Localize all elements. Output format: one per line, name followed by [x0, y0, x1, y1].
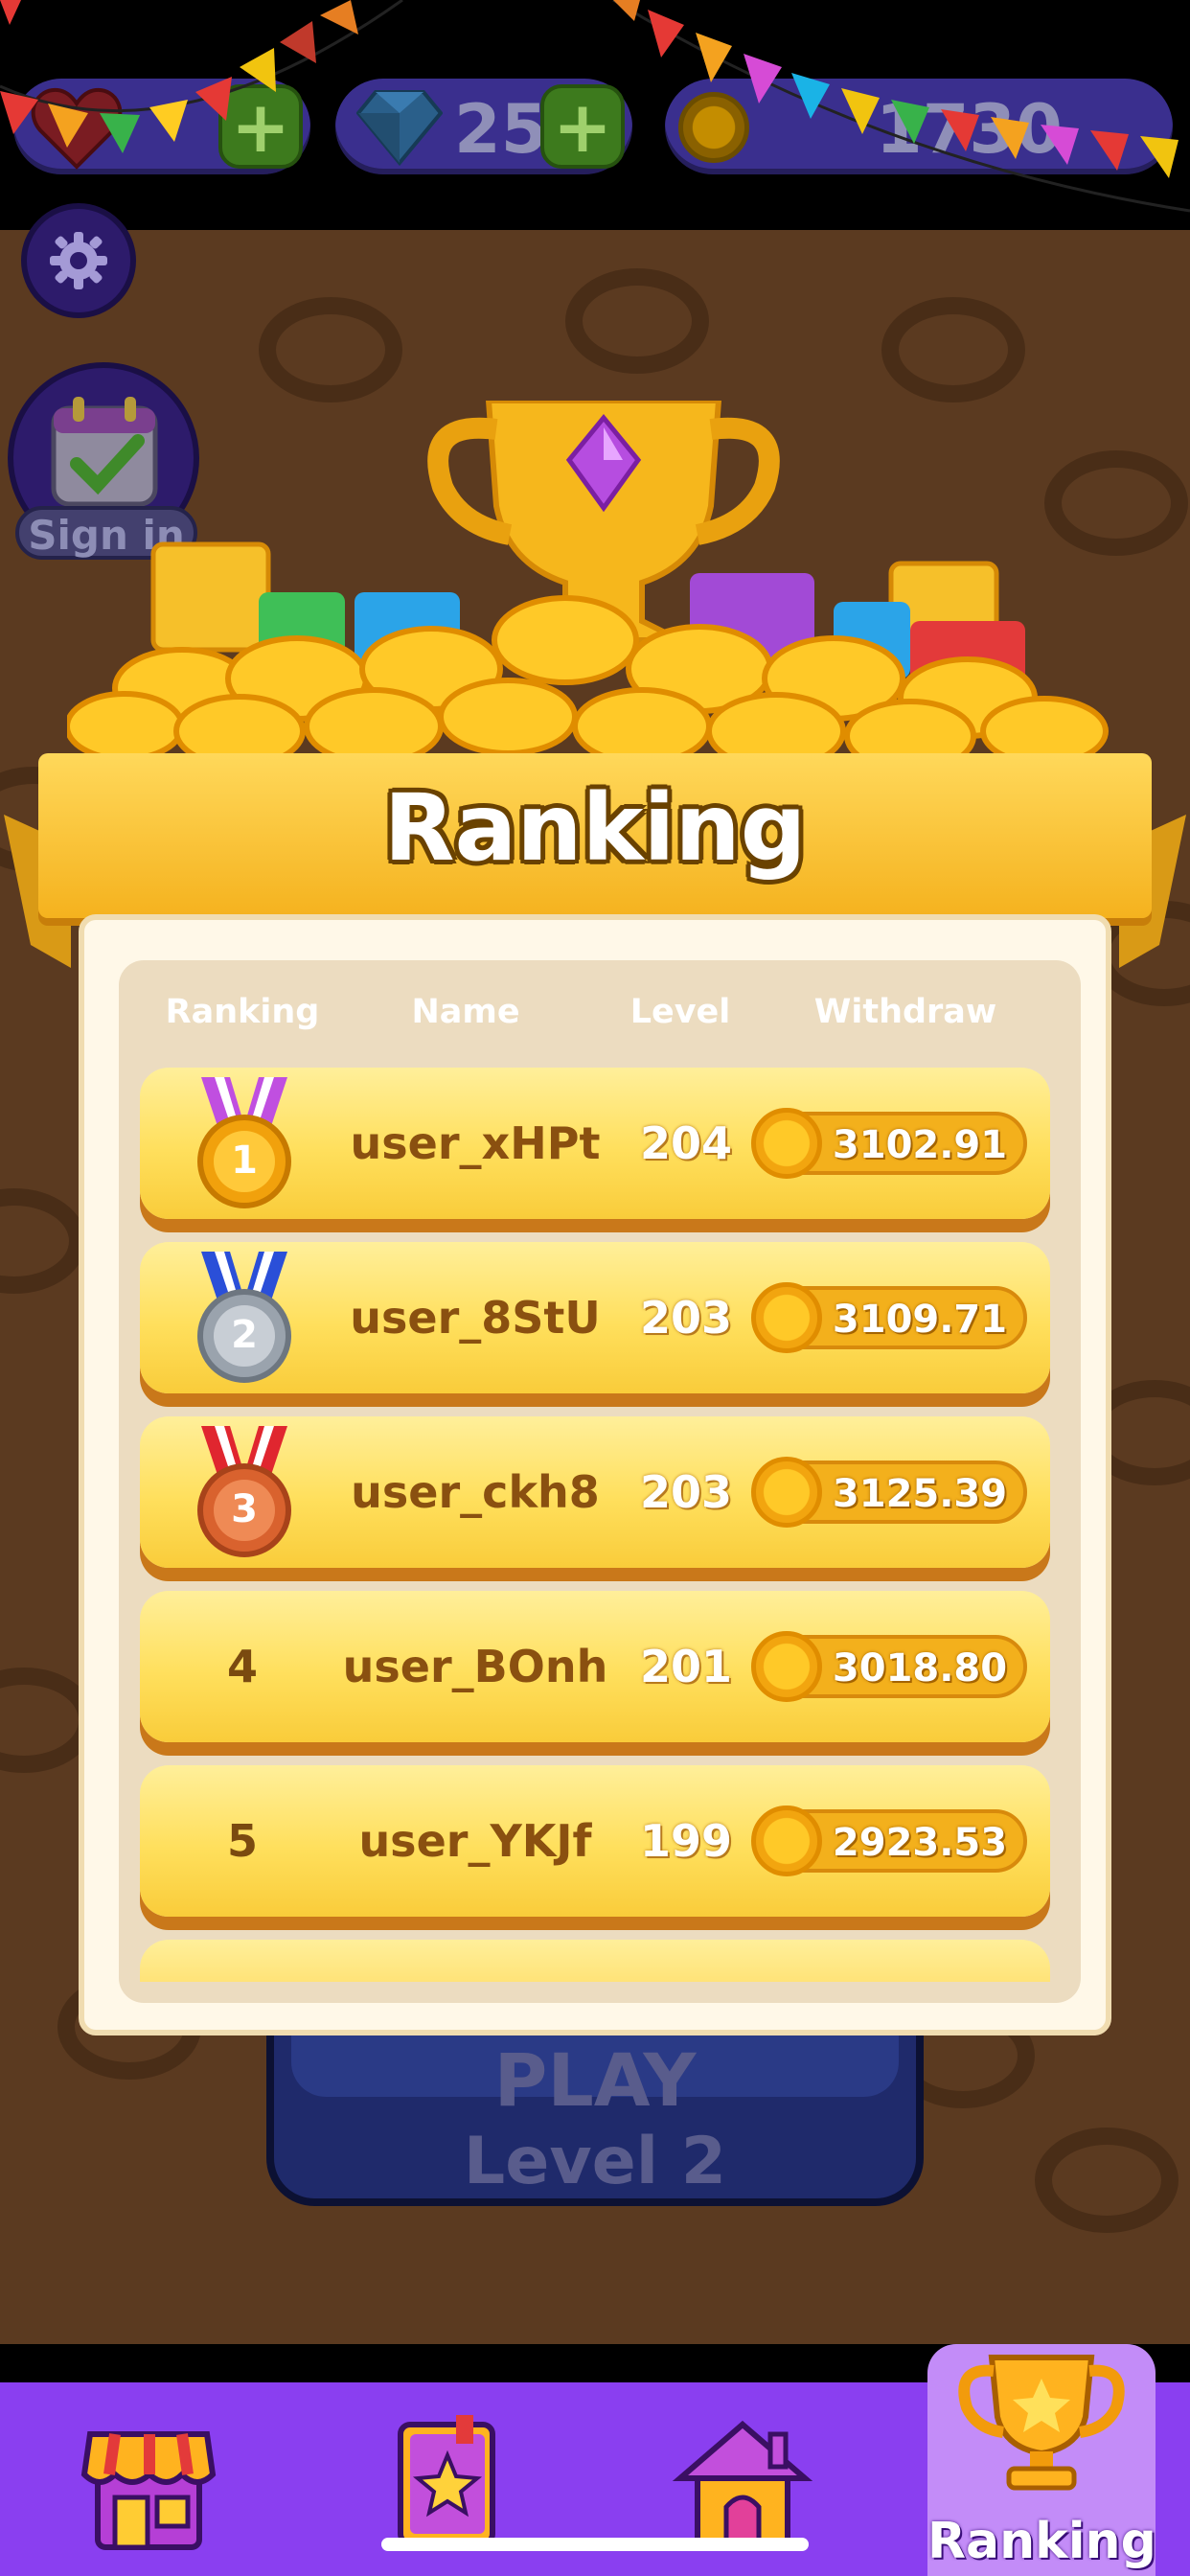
row-withdraw: 3102.91 [751, 1108, 1027, 1179]
row-level: 199 [639, 1815, 733, 1867]
star-book-icon [398, 2415, 495, 2546]
nav-home[interactable] [671, 2411, 814, 2555]
settings-button[interactable] [21, 203, 136, 318]
add-gems-button[interactable]: + [540, 84, 625, 169]
coin-icon [751, 1108, 822, 1179]
row-name: user_ckh8 [351, 1466, 600, 1518]
coins-value: 1730 [876, 90, 1063, 169]
coins-counter[interactable]: 1730 [665, 79, 1173, 174]
nav-shop[interactable] [77, 2411, 220, 2555]
trophy-icon [958, 2355, 1125, 2491]
nav-ranking-label: Ranking [927, 2513, 1156, 2570]
home-indicator-bar[interactable] [381, 2538, 809, 2551]
ranking-row-partial[interactable] [140, 1940, 1050, 1982]
column-header-withdraw: Withdraw [813, 993, 997, 1031]
row-name: user_BOnh [342, 1641, 608, 1692]
gem-icon [356, 90, 443, 167]
row-withdraw: 3125.39 [751, 1457, 1027, 1528]
gems-counter[interactable]: 25 + [335, 79, 632, 174]
ranking-row[interactable]: 4 user_BOnh 201 3018.80 [140, 1591, 1050, 1742]
treasure-trophy-illustration [67, 401, 1109, 765]
coin-icon [751, 1282, 822, 1353]
home-icon [672, 2421, 813, 2546]
ranking-row[interactable]: 2 user_8StU 203 3109.71 [140, 1242, 1050, 1393]
row-withdraw: 3018.80 [751, 1631, 1027, 1702]
column-header-name: Name [411, 993, 520, 1031]
ranking-row[interactable]: 5 user_YKJf 199 2923.53 [140, 1765, 1050, 1917]
row-withdraw: 2923.53 [751, 1806, 1027, 1876]
nav-ranking[interactable]: Ranking [927, 2344, 1156, 2576]
row-name: user_xHPt [350, 1117, 601, 1169]
coin-icon [751, 1806, 822, 1876]
silver-medal-icon: 2 [192, 1252, 297, 1386]
gear-icon [50, 232, 107, 289]
ranking-title: Ranking [383, 774, 807, 882]
coin-icon [751, 1457, 822, 1528]
gold-medal-icon: 1 [192, 1077, 297, 1211]
shop-icon [80, 2431, 217, 2550]
coin-icon [678, 92, 749, 163]
row-level: 204 [639, 1117, 733, 1169]
ranking-row[interactable]: 1 user_xHPt 204 3102.91 [140, 1068, 1050, 1219]
ranking-row[interactable]: 3 user_ckh8 203 3125.39 [140, 1416, 1050, 1568]
nav-collection[interactable] [376, 2411, 519, 2555]
column-header-ranking: Ranking [165, 993, 320, 1031]
lives-counter[interactable]: + [13, 79, 310, 174]
row-name: user_8StU [350, 1292, 601, 1344]
row-rank: 5 [226, 1815, 258, 1867]
row-level: 203 [639, 1466, 733, 1518]
play-label: PLAY [493, 2037, 697, 2123]
play-level-label: Level 2 [463, 2124, 727, 2199]
add-lives-button[interactable]: + [218, 84, 303, 169]
row-rank: 4 [226, 1641, 258, 1692]
coin-icon [751, 1631, 822, 1702]
heart-icon [31, 87, 123, 170]
top-status-bar: + 25 + 1730 [0, 0, 1190, 230]
row-level: 203 [639, 1292, 733, 1344]
row-name: user_YKJf [358, 1815, 592, 1867]
row-level: 201 [639, 1641, 733, 1692]
gems-value: 25 [454, 90, 548, 169]
column-header-level: Level [629, 993, 731, 1031]
bronze-medal-icon: 3 [192, 1426, 297, 1560]
row-withdraw: 3109.71 [751, 1282, 1027, 1353]
